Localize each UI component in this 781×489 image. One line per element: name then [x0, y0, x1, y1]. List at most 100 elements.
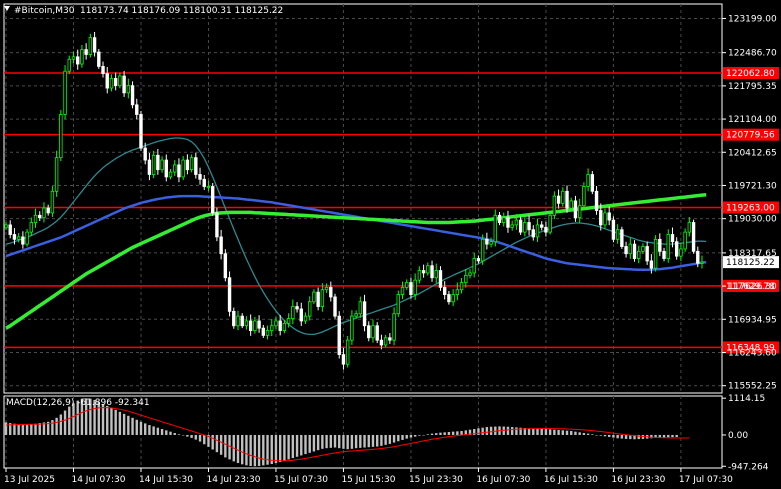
candle-body[interactable]: [480, 238, 485, 262]
candle-body[interactable]: [565, 190, 569, 209]
candle-body[interactable]: [219, 236, 223, 255]
candle-body[interactable]: [67, 58, 71, 72]
candle-body[interactable]: [607, 212, 611, 221]
candle-body[interactable]: [451, 294, 455, 303]
candle-body[interactable]: [637, 250, 641, 259]
candle-body[interactable]: [426, 265, 430, 274]
candle-body[interactable]: [405, 282, 409, 288]
candle-body[interactable]: [97, 51, 101, 67]
candle-body[interactable]: [358, 301, 363, 315]
candle-body[interactable]: [122, 75, 126, 94]
candle-body[interactable]: [248, 320, 253, 331]
candle-body[interactable]: [447, 294, 451, 303]
candle-body[interactable]: [63, 70, 67, 115]
candle-body[interactable]: [552, 195, 557, 216]
candle-body[interactable]: [286, 318, 291, 324]
candle-body[interactable]: [80, 49, 84, 65]
candle-body[interactable]: [341, 354, 346, 365]
candle-body[interactable]: [8, 224, 12, 235]
candle-body[interactable]: [649, 260, 654, 269]
candle-body[interactable]: [442, 286, 447, 295]
candle-body[interactable]: [181, 159, 185, 178]
candle-body[interactable]: [12, 234, 17, 240]
candle-body[interactable]: [333, 296, 337, 317]
candle-body[interactable]: [620, 229, 624, 247]
candle-body[interactable]: [582, 186, 586, 207]
candle-body[interactable]: [295, 306, 299, 310]
candle-body[interactable]: [624, 246, 628, 255]
candle-body[interactable]: [548, 214, 552, 233]
candle-body[interactable]: [468, 272, 472, 276]
candle-body[interactable]: [371, 325, 375, 339]
candle-body[interactable]: [105, 73, 109, 89]
candle-body[interactable]: [666, 234, 670, 259]
candle-body[interactable]: [312, 291, 316, 303]
candle-body[interactable]: [143, 147, 147, 161]
candle-body[interactable]: [691, 222, 696, 252]
candle-body[interactable]: [641, 246, 645, 252]
candle-body[interactable]: [392, 313, 396, 341]
candle-body[interactable]: [700, 261, 704, 264]
candle-body[interactable]: [573, 200, 578, 219]
candle-body[interactable]: [421, 270, 426, 274]
candle-body[interactable]: [265, 330, 270, 336]
candle-body[interactable]: [531, 229, 535, 238]
candle-body[interactable]: [375, 325, 379, 341]
candle-body[interactable]: [316, 291, 320, 307]
candle-body[interactable]: [118, 75, 122, 87]
candle-body[interactable]: [611, 219, 616, 240]
candle-body[interactable]: [210, 186, 215, 214]
candle-body[interactable]: [46, 207, 50, 214]
candle-body[interactable]: [489, 241, 493, 245]
candle-body[interactable]: [274, 320, 278, 327]
candle-body[interactable]: [472, 258, 476, 274]
candle-body[interactable]: [438, 270, 443, 288]
candle-body[interactable]: [388, 337, 392, 341]
candle-body[interactable]: [101, 66, 105, 75]
candle-body[interactable]: [160, 159, 164, 171]
candle-body[interactable]: [354, 313, 358, 317]
candle-body[interactable]: [379, 339, 384, 346]
candle-body[interactable]: [603, 212, 607, 226]
candle-body[interactable]: [510, 224, 514, 228]
candle-body[interactable]: [257, 320, 261, 329]
candle-body[interactable]: [50, 190, 55, 214]
candle-body[interactable]: [278, 320, 282, 331]
candle-body[interactable]: [367, 325, 371, 339]
candle-body[interactable]: [38, 214, 42, 219]
candle-body[interactable]: [88, 37, 93, 55]
candle-body[interactable]: [409, 282, 413, 295]
candle-body[interactable]: [653, 238, 658, 269]
candle-body[interactable]: [244, 320, 249, 327]
candle-body[interactable]: [683, 231, 687, 250]
candle-body[interactable]: [109, 78, 114, 89]
candle-body[interactable]: [130, 85, 135, 106]
candle-body[interactable]: [337, 315, 341, 355]
candle-body[interactable]: [303, 315, 308, 322]
candle-body[interactable]: [493, 214, 498, 243]
candle-body[interactable]: [329, 286, 333, 298]
candle-body[interactable]: [173, 164, 177, 173]
candle-body[interactable]: [25, 231, 29, 245]
candle-body[interactable]: [383, 337, 388, 346]
candle-body[interactable]: [291, 306, 295, 319]
candle-body[interactable]: [687, 222, 692, 233]
candle-body[interactable]: [464, 274, 468, 283]
trading-chart[interactable]: 122062.80120779.56119263.00117629.781163…: [0, 0, 781, 489]
candle-body[interactable]: [430, 265, 434, 279]
candle-body[interactable]: [362, 301, 367, 327]
candle-body[interactable]: [514, 219, 519, 226]
candle-body[interactable]: [71, 56, 76, 60]
candle-body[interactable]: [42, 207, 46, 219]
candle-body[interactable]: [139, 114, 143, 149]
candle-body[interactable]: [632, 243, 637, 259]
candle-body[interactable]: [350, 315, 354, 341]
candle-body[interactable]: [696, 250, 700, 264]
candle-body[interactable]: [76, 56, 80, 65]
candle-body[interactable]: [185, 159, 190, 171]
candle-body[interactable]: [590, 174, 595, 192]
candle-body[interactable]: [253, 320, 257, 331]
candle-body[interactable]: [569, 200, 573, 209]
candle-body[interactable]: [544, 226, 548, 233]
candle-body[interactable]: [599, 210, 603, 226]
